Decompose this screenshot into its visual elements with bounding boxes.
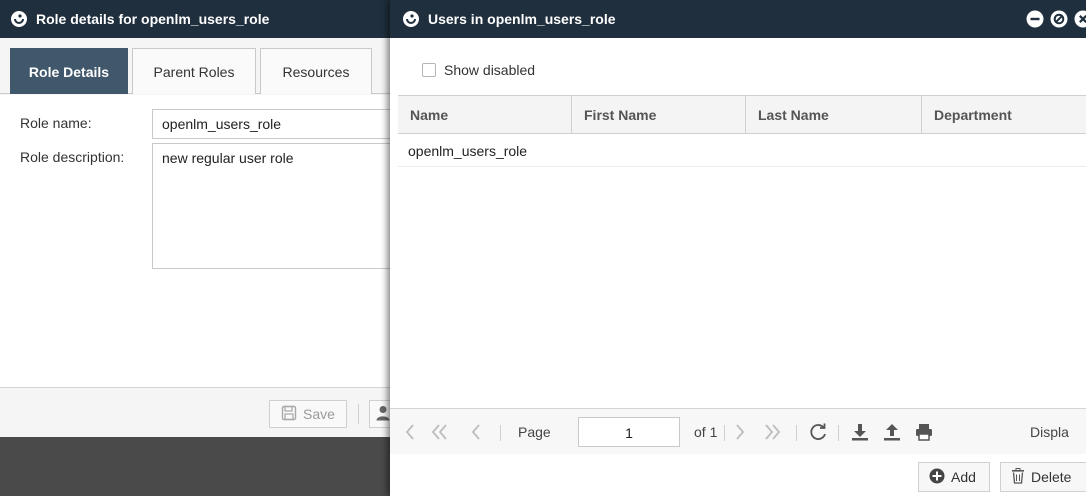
column-header-first-name[interactable]: First Name — [572, 96, 746, 134]
show-disabled-label: Show disabled — [444, 62, 536, 78]
role-details-window: Role details for openlm_users_role Role … — [0, 0, 409, 496]
grid-header: Name First Name Last Name Department — [398, 96, 1086, 134]
show-disabled-checkbox[interactable] — [422, 63, 436, 77]
refresh-icon[interactable] — [808, 422, 828, 442]
minimize-icon[interactable] — [1026, 10, 1044, 28]
role-details-footer: Save — [0, 387, 409, 437]
users-in-role-title: Users in openlm_users_role — [428, 11, 616, 27]
delete-button-label: Delete — [1031, 469, 1072, 485]
pager-separator — [796, 425, 797, 441]
users-in-role-titlebar[interactable]: Users in openlm_users_role — [390, 0, 1086, 38]
tab-role-details[interactable]: Role Details — [10, 48, 128, 94]
print-icon[interactable] — [914, 422, 934, 442]
chevron-left-icon[interactable] — [404, 421, 416, 443]
download-icon[interactable] — [850, 422, 870, 442]
floppy-disk-icon — [281, 405, 297, 424]
users-grid: Name First Name Last Name Department ope… — [398, 95, 1086, 407]
tab-resources[interactable]: Resources — [260, 48, 372, 94]
save-button[interactable]: Save — [269, 400, 347, 428]
plus-circle-icon — [929, 468, 945, 487]
user-icon — [376, 405, 390, 424]
show-disabled-toggle[interactable]: Show disabled — [422, 62, 535, 78]
table-row[interactable]: openlm_users_role — [398, 135, 1086, 167]
role-details-titlebar[interactable]: Role details for openlm_users_role — [0, 0, 398, 38]
last-page-icon[interactable] — [762, 421, 782, 443]
trash-icon — [1011, 467, 1025, 487]
page-label: Page — [518, 424, 551, 440]
next-page-icon[interactable] — [734, 421, 746, 443]
add-button[interactable]: Add — [918, 462, 990, 492]
pager-separator — [838, 425, 839, 441]
role-name-label: Role name: — [20, 115, 92, 131]
tab-parent-roles[interactable]: Parent Roles — [132, 48, 256, 94]
window-controls — [1026, 10, 1086, 28]
users-action-bar: Add Delete — [390, 454, 1086, 496]
previous-page-icon[interactable] — [470, 421, 482, 443]
app-logo-icon — [10, 10, 28, 28]
pager-separator — [500, 425, 501, 441]
pagination-bar: Page 1 of 1 Displa — [390, 408, 1086, 454]
add-button-label: Add — [951, 469, 976, 485]
column-header-last-name[interactable]: Last Name — [746, 96, 922, 134]
role-details-form: Role name: openlm_users_role Role descri… — [0, 95, 398, 387]
footer-separator — [358, 404, 359, 424]
column-header-department[interactable]: Department — [922, 96, 1086, 134]
delete-button[interactable]: Delete — [1000, 462, 1086, 492]
users-in-role-window: Users in openlm_users_role Show disabled… — [390, 0, 1086, 496]
save-button-label: Save — [303, 406, 335, 422]
upload-icon[interactable] — [882, 422, 902, 442]
role-name-input[interactable]: openlm_users_role — [152, 109, 398, 139]
app-logo-icon — [402, 10, 420, 28]
cell-name: openlm_users_role — [408, 142, 528, 159]
role-details-title: Role details for openlm_users_role — [36, 11, 270, 27]
users-toolbar: Show disabled — [390, 48, 1086, 94]
role-description-label: Role description: — [20, 149, 125, 165]
disable-icon[interactable] — [1050, 10, 1068, 28]
first-page-icon[interactable] — [430, 421, 450, 443]
pager-separator — [724, 425, 725, 441]
role-description-textarea[interactable]: new regular user role — [152, 143, 398, 269]
column-header-name[interactable]: Name — [398, 96, 572, 134]
page-count-label: of 1 — [694, 424, 718, 440]
desktop-background — [0, 437, 398, 496]
role-details-tabbar: Role Details Parent Roles Resources — [0, 38, 398, 94]
display-info-label: Displa — [1030, 424, 1069, 440]
close-icon[interactable] — [1074, 10, 1086, 28]
page-number-input[interactable]: 1 — [578, 417, 680, 447]
